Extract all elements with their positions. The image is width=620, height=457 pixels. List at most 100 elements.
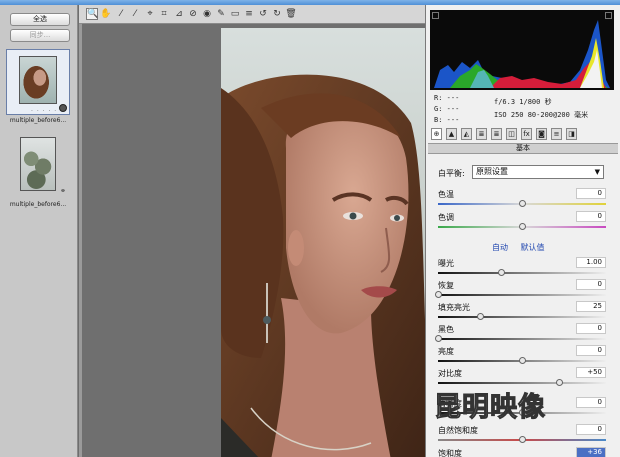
slider-handle[interactable] — [435, 335, 442, 342]
slider-handle[interactable] — [519, 200, 526, 207]
select-all-button[interactable]: 全选 — [10, 13, 70, 26]
preferences-icon[interactable]: ≡ — [243, 8, 255, 20]
presets-tab-icon[interactable]: ≡ — [551, 128, 562, 140]
camera-raw-window: 全选 同步... · · · · · multiple_before6... ⚭… — [0, 0, 620, 457]
histogram — [430, 10, 614, 90]
filmstrip-panel: 全选 同步... · · · · · multiple_before6... ⚭… — [0, 5, 78, 457]
edited-badge-icon — [59, 104, 67, 112]
slider-handle[interactable] — [555, 379, 563, 386]
snapshots-tab-icon[interactable]: ◨ — [566, 128, 577, 140]
slider-label: 色调 — [438, 213, 454, 222]
slider-value-field[interactable]: +36 — [576, 447, 606, 457]
slider-label: 曝光 — [438, 259, 454, 268]
image-preview-area[interactable] — [79, 24, 431, 457]
panel-tabs: ⊕ ▲ ◭ ≣ ≣ ◫ fx ◙ ≡ ◨ — [428, 127, 618, 143]
adjustment-panel: R: --- G: --- B: --- f/6.3 1/800 秒 ISO 2… — [425, 5, 620, 457]
slider-row: 对比度 +50 — [438, 367, 606, 390]
thumb-caption: multiple_before6... — [9, 201, 67, 208]
white-balance-value: 原照设置 — [476, 167, 508, 176]
white-balance-icon[interactable]: ⁄ — [115, 8, 127, 20]
exif-info: f/6.3 1/800 秒 ISO 250 80-200@200 毫米 — [494, 96, 588, 122]
tone-curve-tab-icon[interactable]: ▲ — [446, 128, 457, 140]
slider-track[interactable] — [438, 294, 606, 296]
slider-row: 恢复 0 — [435, 279, 606, 302]
auto-default-links: 自动 默认值 — [492, 242, 555, 253]
iso-lens-info: ISO 250 80-200@200 毫米 — [494, 111, 589, 119]
thumb-image — [19, 56, 57, 104]
slider-row: 曝光 1.00 — [438, 257, 606, 280]
slider-value-field[interactable]: 0 — [576, 323, 606, 334]
slider-value-field[interactable]: 0 — [576, 397, 606, 408]
slider-value-field[interactable]: +50 — [576, 367, 606, 378]
white-balance-select[interactable]: 原照设置 ▼ — [472, 165, 604, 179]
adjustment-brush-icon[interactable]: ✎ — [215, 8, 227, 20]
thumb-image — [20, 137, 56, 191]
slider-track[interactable] — [438, 272, 606, 274]
slider-handle[interactable] — [519, 357, 526, 364]
b-value: B: --- — [434, 116, 460, 124]
slider-row: 饱和度 +36 — [438, 447, 606, 457]
slider-label: 清晰度 — [438, 399, 462, 408]
slider-handle[interactable] — [519, 409, 526, 416]
spot-removal-icon[interactable]: ⊘ — [187, 8, 199, 20]
shadow-clipping-warning-icon[interactable] — [432, 12, 439, 19]
hand-icon[interactable]: ✋ — [100, 8, 112, 20]
slider-row: 色温 0 — [438, 188, 606, 211]
slider-track[interactable] — [438, 382, 606, 384]
slider-handle[interactable] — [498, 269, 505, 276]
slider-value-field[interactable]: 0 — [576, 424, 606, 435]
preview-photo[interactable] — [221, 28, 431, 457]
slider-label: 恢复 — [438, 281, 454, 290]
sync-button[interactable]: 同步... — [10, 29, 70, 42]
camera-calibration-tab-icon[interactable]: ◙ — [536, 128, 547, 140]
default-link[interactable]: 默认值 — [521, 243, 545, 252]
edited-badge-icon: ⚭ — [60, 187, 66, 195]
slider-label: 饱和度 — [438, 449, 462, 457]
slider-value-field[interactable]: 0 — [576, 211, 606, 222]
slider-handle[interactable] — [435, 291, 442, 298]
slider-row: 自然饱和度 0 — [438, 424, 606, 447]
slider-handle[interactable] — [519, 223, 526, 230]
straighten-icon[interactable]: ⊿ — [173, 8, 185, 20]
hsl-tab-icon[interactable]: ≣ — [476, 128, 487, 140]
slider-label: 填充亮光 — [438, 303, 470, 312]
slider-value-field[interactable]: 0 — [576, 279, 606, 290]
slider-value-field[interactable]: 1.00 — [576, 257, 606, 268]
color-sampler-icon[interactable]: ⁄ — [129, 8, 141, 20]
red-eye-icon[interactable]: ◉ — [201, 8, 213, 20]
chevron-down-icon: ▼ — [594, 168, 600, 176]
basic-tab-icon[interactable]: ⊕ — [431, 128, 442, 140]
thumb-caption: multiple_before6... — [9, 117, 67, 124]
rotate-left-icon[interactable]: ↺ — [257, 8, 269, 20]
thumb-rating[interactable]: · · · · · — [31, 108, 57, 115]
slider-label: 对比度 — [438, 369, 462, 378]
target-adjust-icon[interactable]: ⌖ — [144, 8, 156, 20]
detail-tab-icon[interactable]: ◭ — [461, 128, 472, 140]
zoom-icon[interactable]: 🔍 — [86, 8, 98, 20]
slider-track[interactable] — [438, 316, 606, 318]
exposure-info: f/6.3 1/800 秒 — [494, 98, 552, 106]
graduated-filter-icon[interactable]: ▭ — [229, 8, 241, 20]
slider-handle[interactable] — [519, 436, 526, 443]
slider-value-field[interactable]: 0 — [576, 345, 606, 356]
trash-icon[interactable]: 🗑 — [285, 8, 297, 20]
g-value: G: --- — [434, 105, 460, 113]
fx-tab-icon[interactable]: fx — [521, 128, 532, 140]
slider-row: 亮度 0 — [438, 345, 606, 368]
slider-handle[interactable] — [477, 313, 484, 320]
histogram-graph — [434, 20, 610, 88]
r-value: R: --- — [434, 94, 460, 102]
filmstrip-thumb-1[interactable]: · · · · · multiple_before6... — [6, 49, 70, 124]
lens-tab-icon[interactable]: ◫ — [506, 128, 517, 140]
split-toning-tab-icon[interactable]: ≣ — [491, 128, 502, 140]
auto-link[interactable]: 自动 — [492, 243, 508, 252]
crop-icon[interactable]: ⌗ — [158, 8, 170, 20]
slider-row: 色调 0 — [438, 211, 606, 234]
rotate-right-icon[interactable]: ↻ — [271, 8, 283, 20]
slider-value-field[interactable]: 25 — [576, 301, 606, 312]
highlight-clipping-warning-icon[interactable] — [605, 12, 612, 19]
slider-row: 清晰度 0 — [438, 397, 606, 420]
slider-track[interactable] — [438, 338, 606, 340]
filmstrip-thumb-2[interactable]: ⚭ multiple_before6... — [6, 133, 70, 208]
slider-value-field[interactable]: 0 — [576, 188, 606, 199]
